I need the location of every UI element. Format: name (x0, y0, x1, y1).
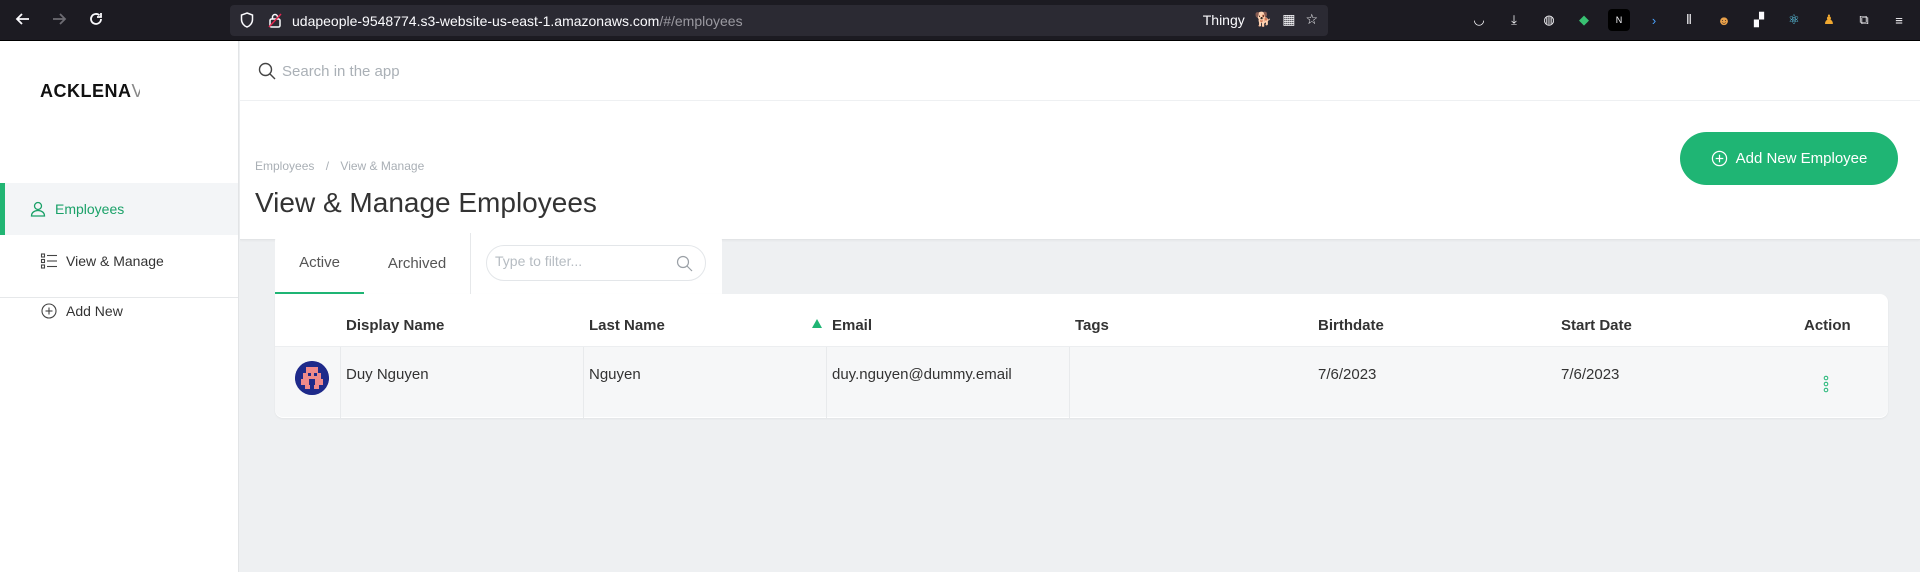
lock-icon[interactable] (268, 13, 282, 28)
column-header-start-date[interactable]: Start Date (1561, 317, 1632, 334)
plus-circle-icon (1711, 150, 1727, 167)
column-header-birthdate[interactable]: Birthdate (1318, 317, 1384, 334)
app-search-bar (240, 41, 1920, 101)
bookmark-star-icon[interactable]: ☆ (1305, 11, 1318, 28)
column-header-display-name[interactable]: Display Name (346, 317, 444, 334)
extension-columns-icon[interactable]: ⦀ (1678, 9, 1700, 31)
add-new-employee-label: Add New Employee (1735, 150, 1868, 167)
employee-tabs: Active Archived (275, 233, 722, 295)
url-bar[interactable]: udapeople-9548774.s3-website-us-east-1.a… (230, 5, 1328, 36)
tab-divider (470, 233, 471, 294)
tracking-shield-icon[interactable] (240, 12, 254, 28)
pocket-icon[interactable]: ◡ (1468, 9, 1490, 31)
sidebar-item-add-new[interactable]: Add New (0, 285, 238, 337)
search-icon[interactable] (676, 255, 693, 272)
table-row[interactable]: Duy Nguyen Nguyen duy.nguyen@dummy.email… (275, 346, 1888, 418)
page-header: Employees / View & Manage View & Manage … (240, 101, 1920, 240)
extension-arrow-icon[interactable]: › (1643, 9, 1665, 31)
sidebar: ACKLENAV Employees View & Manage Add New (0, 41, 239, 572)
column-separator (583, 347, 584, 418)
breadcrumb: Employees / View & Manage (255, 159, 424, 173)
sidebar-item-label: Employees (55, 201, 125, 217)
breadcrumb-item-employees[interactable]: Employees (255, 159, 314, 173)
sidebar-nav: Employees View & Manage Add New (0, 141, 238, 319)
column-separator (340, 347, 341, 418)
menu-hamburger-icon[interactable]: ≡ (1888, 9, 1910, 31)
sidebar-item-employees[interactable]: Employees (0, 183, 238, 235)
extension-face-icon[interactable]: ☻ (1713, 9, 1735, 31)
app: ACKLENAV Employees View & Manage Add New… (0, 41, 1920, 572)
filter-input[interactable] (495, 253, 665, 269)
column-header-last-name[interactable]: Last Name (589, 317, 665, 334)
column-header-email[interactable]: Email (832, 317, 872, 334)
qr-grid-icon[interactable]: ▦ (1282, 11, 1295, 28)
search-input[interactable] (282, 59, 682, 83)
sort-ascending-icon[interactable] (812, 319, 822, 328)
add-new-employee-button[interactable]: Add New Employee (1680, 132, 1898, 185)
search-icon (258, 62, 276, 80)
breadcrumb-separator: / (325, 159, 330, 173)
url-text[interactable]: udapeople-9548774.s3-website-us-east-1.a… (292, 13, 743, 29)
tab-archived[interactable]: Archived (364, 233, 470, 294)
avatar-icon (295, 361, 329, 395)
cell-display-name: Duy Nguyen (346, 366, 429, 383)
back-icon[interactable] (13, 10, 33, 30)
list-icon (40, 253, 57, 269)
cell-start-date: 7/6/2023 (1561, 366, 1620, 383)
cell-birthdate: 7/6/2023 (1318, 366, 1377, 383)
extensions-puzzle-icon[interactable]: ⧉ (1853, 9, 1875, 31)
sidebar-item-label: Add New (66, 303, 123, 319)
filter-box (486, 245, 706, 281)
column-separator (1069, 347, 1070, 418)
extension-person-icon[interactable]: ♟ (1818, 9, 1840, 31)
reload-icon[interactable] (86, 10, 106, 30)
column-header-tags[interactable]: Tags (1075, 317, 1109, 334)
extension-green-icon[interactable]: ◆ (1573, 9, 1595, 31)
extension-label[interactable]: Thingy (1203, 12, 1245, 28)
user-icon (30, 201, 46, 217)
cookie-icon[interactable]: ◍ (1538, 9, 1560, 31)
plus-circle-icon (41, 303, 57, 319)
cell-last-name: Nguyen (589, 366, 641, 383)
more-vertical-icon[interactable] (1823, 375, 1829, 393)
browser-toolbar: udapeople-9548774.s3-website-us-east-1.a… (0, 0, 1920, 41)
main-content: Employees / View & Manage View & Manage … (240, 41, 1920, 572)
tab-active[interactable]: Active (275, 233, 364, 294)
page-title: View & Manage Employees (255, 187, 597, 218)
column-header-action: Action (1804, 317, 1851, 334)
sidebar-item-label: View & Manage (66, 253, 164, 269)
react-devtools-icon[interactable]: ⚛ (1783, 9, 1805, 31)
column-separator (826, 347, 827, 418)
breadcrumb-item-view-manage: View & Manage (340, 159, 425, 173)
sidebar-item-view-manage[interactable]: View & Manage (0, 235, 238, 287)
download-icon[interactable]: ⤓ (1503, 9, 1525, 31)
company-logo[interactable]: ACKLENAV (40, 81, 140, 102)
employee-table: Display Name Last Name Email Tags Birthd… (275, 294, 1888, 418)
extension-grid-icon[interactable]: ▞ (1748, 9, 1770, 31)
extension-dark-icon[interactable]: N (1608, 9, 1630, 31)
cell-email: duy.nguyen@dummy.email (832, 366, 1012, 383)
forward-icon[interactable] (49, 10, 69, 30)
avatar (295, 361, 329, 395)
dog-icon[interactable]: 🐕 (1255, 11, 1272, 28)
